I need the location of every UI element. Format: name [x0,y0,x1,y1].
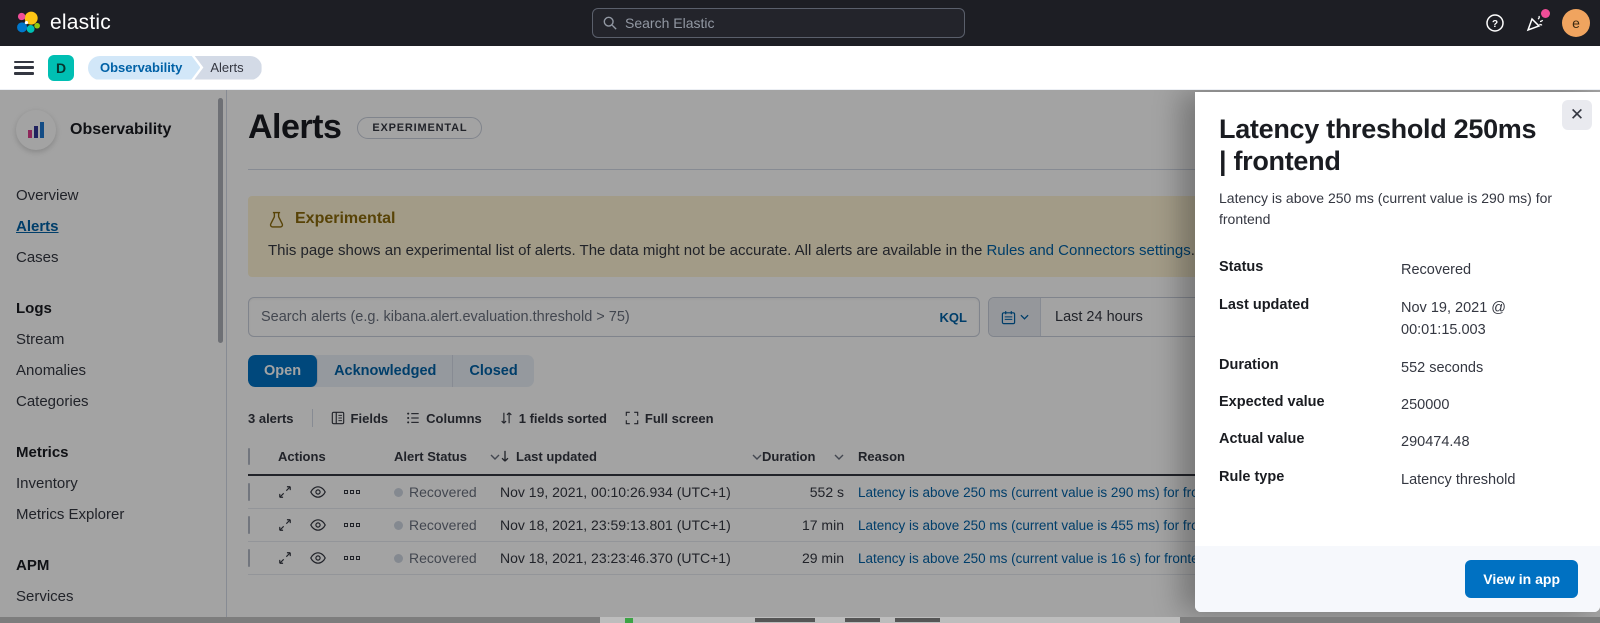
elastic-brand[interactable]: elastic [12,10,111,36]
view-in-app-button[interactable]: View in app [1465,560,1578,598]
kibana-window: elastic Search Elastic ? e D Observabili… [0,0,1600,623]
global-header: elastic Search Elastic ? e [0,0,1600,46]
cutoff-bottom-bar [0,617,1600,623]
global-search-placeholder: Search Elastic [625,15,714,31]
flyout-field-last-updated: Last updatedNov 19, 2021 @ 00:01:15.003 [1219,297,1576,342]
help-icon: ? [1485,13,1505,33]
flyout-field-expected-value: Expected value250000 [1219,394,1576,416]
flyout-field-rule-type: Rule typeLatency threshold [1219,469,1576,491]
search-icon [603,16,617,30]
cutoff-green-chip [625,618,633,623]
breadcrumb-alerts[interactable]: Alerts [194,56,261,80]
flyout-field-duration: Duration552 seconds [1219,357,1576,379]
field-label: Last updated [1219,297,1401,342]
alert-details-flyout: ✕ Latency threshold 250ms | frontend Lat… [1195,92,1600,612]
help-button[interactable]: ? [1482,10,1508,36]
app-content: Observability OverviewAlertsCasesLogsStr… [0,90,1600,617]
field-value: 250000 [1401,394,1576,416]
notification-dot [1541,9,1550,18]
field-value: Nov 19, 2021 @ 00:01:15.003 [1401,297,1576,342]
menu-toggle-button[interactable] [14,61,34,75]
breadcrumb: ObservabilityAlerts [88,56,262,80]
alert-summary-list: StatusRecoveredLast updatedNov 19, 2021 … [1219,259,1576,491]
field-label: Rule type [1219,469,1401,491]
field-value: 552 seconds [1401,357,1576,379]
flyout-footer: View in app [1195,546,1600,612]
field-label: Actual value [1219,431,1401,453]
header-actions: ? e [1482,0,1590,46]
field-value: Latency threshold [1401,469,1576,491]
newsfeed-button[interactable] [1522,10,1548,36]
close-flyout-button[interactable]: ✕ [1562,100,1592,130]
flyout-reason-text: Latency is above 250 ms (current value i… [1219,188,1576,231]
flyout-field-status: StatusRecovered [1219,259,1576,281]
flyout-title: Latency threshold 250ms | frontend [1219,114,1576,178]
breadcrumb-observability[interactable]: Observability [88,56,200,80]
brand-name: elastic [50,11,111,35]
field-label: Expected value [1219,394,1401,416]
svg-text:?: ? [1492,19,1498,30]
flyout-field-actual-value: Actual value290474.48 [1219,431,1576,453]
field-value: 290474.48 [1401,431,1576,453]
field-label: Duration [1219,357,1401,379]
user-avatar[interactable]: e [1562,9,1590,37]
field-label: Status [1219,259,1401,281]
elastic-logo-icon [16,10,42,36]
field-value: Recovered [1401,259,1576,281]
global-search-input[interactable]: Search Elastic [592,8,965,38]
space-badge[interactable]: D [48,55,74,81]
close-icon: ✕ [1570,105,1584,125]
navigation-bar: D ObservabilityAlerts [0,46,1600,90]
